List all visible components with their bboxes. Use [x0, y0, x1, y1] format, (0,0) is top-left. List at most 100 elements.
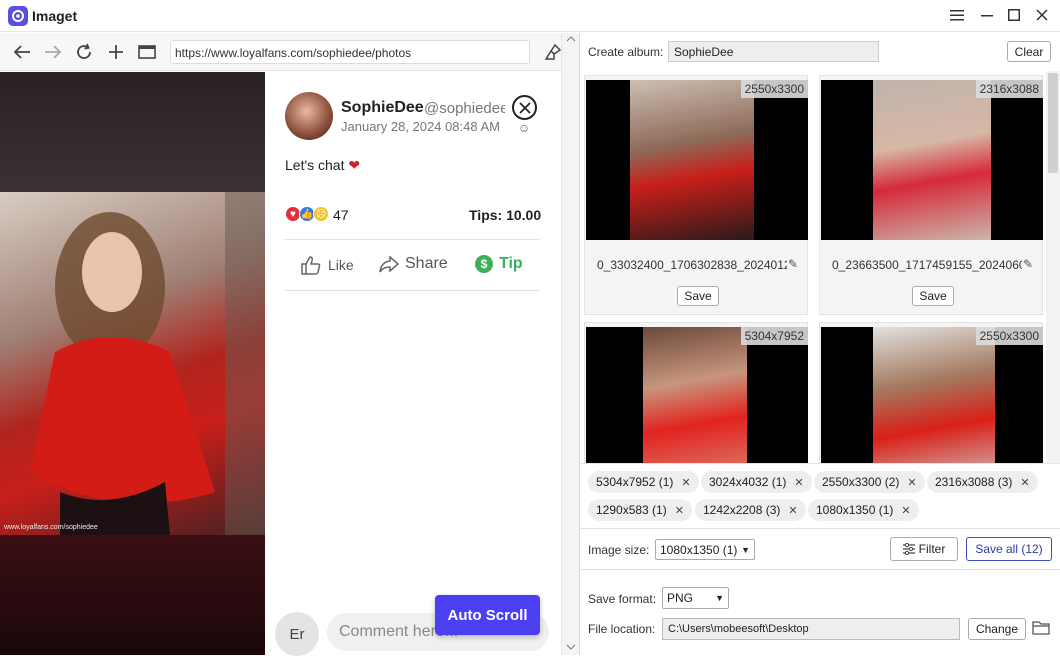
album-input[interactable]: SophieDee: [668, 41, 879, 62]
image-card: 2316x3088 0_23663500_1717459155_20240603…: [819, 75, 1043, 315]
image-thumbnail[interactable]: 2316x3088: [821, 80, 1043, 240]
remove-tag-icon[interactable]: ✕: [681, 476, 690, 489]
reaction-icons[interactable]: ♥ 👍 ☹: [285, 206, 329, 222]
close-post-button[interactable]: [512, 95, 537, 120]
save-format-label: Save format:: [588, 592, 657, 606]
image-dimension: 5304x7952: [740, 327, 808, 345]
folder-icon[interactable]: [1032, 619, 1050, 637]
image-dimension: 2550x3300: [740, 80, 808, 98]
chevron-down-icon: ▼: [741, 544, 750, 555]
remove-tag-icon[interactable]: ✕: [901, 504, 910, 517]
app-title: Imaget: [32, 8, 78, 24]
size-tag-label: 1242x2208 (3): [703, 503, 781, 517]
divider: [285, 290, 540, 291]
like-button[interactable]: Like: [300, 255, 354, 275]
image-size-select[interactable]: 1080x1350 (1) ▼: [655, 539, 755, 560]
photo-bottom-blur: [0, 535, 265, 655]
image-card: 2550x3300: [819, 322, 1043, 463]
image-grid: 2550x3300 0_33032400_1706302838_20240126…: [580, 71, 1046, 463]
image-filename[interactable]: 0_33032400_1706302838_20240126: [597, 258, 787, 272]
close-window-icon[interactable]: [1033, 6, 1051, 24]
save-all-button[interactable]: Save all (12): [966, 537, 1052, 561]
remove-tag-icon[interactable]: ✕: [1020, 476, 1029, 489]
size-tag-label: 5304x7952 (1): [596, 475, 674, 489]
size-tag-label: 2550x3300 (2): [822, 475, 900, 489]
remove-tag-icon[interactable]: ✕: [794, 476, 803, 489]
clear-button[interactable]: Clear: [1007, 41, 1051, 62]
comment-avatar: Er: [275, 612, 319, 656]
title-bar: [0, 0, 1060, 32]
post-text-content: Let's chat: [285, 157, 345, 173]
remove-tag-icon[interactable]: ✕: [675, 504, 684, 517]
save-format-value: PNG: [667, 591, 694, 605]
rename-pencil-icon[interactable]: ✎: [788, 257, 798, 271]
size-tag-label: 1290x583 (1): [596, 503, 667, 517]
browser-scrollbar[interactable]: [561, 33, 579, 655]
divider: [580, 569, 1060, 570]
new-tab-icon[interactable]: [106, 42, 126, 62]
share-icon: [379, 255, 399, 273]
app-logo-icon: [8, 6, 28, 26]
size-tag[interactable]: 1242x2208 (3) ✕: [695, 499, 806, 521]
forward-icon[interactable]: [43, 42, 63, 62]
maximize-icon[interactable]: [1005, 6, 1023, 24]
chevron-down-icon: ▼: [715, 593, 724, 603]
file-location-label: File location:: [588, 622, 656, 636]
image-size-label: Image size:: [588, 543, 650, 557]
post-photo[interactable]: [0, 192, 265, 535]
image-card: 2550x3300 0_33032400_1706302838_20240126…: [584, 75, 808, 315]
image-thumbnail[interactable]: 2550x3300: [586, 80, 808, 240]
reload-icon[interactable]: [74, 42, 94, 62]
filter-label: Filter: [918, 542, 946, 556]
auto-scroll-button[interactable]: Auto Scroll: [435, 595, 540, 635]
tips-amount: Tips: 10.00: [469, 207, 542, 223]
url-bar[interactable]: https://www.loyalfans.com/sophiedee/phot…: [170, 40, 530, 64]
avatar[interactable]: [285, 92, 333, 140]
post-text: Let's chat ❤: [285, 157, 360, 174]
image-size-value: 1080x1350 (1): [660, 542, 738, 557]
heart-emoji-icon: ❤: [348, 157, 361, 173]
size-tag-label: 3024x4032 (1): [709, 475, 787, 489]
grid-scrollbar-thumb[interactable]: [1048, 73, 1058, 173]
poster-name[interactable]: SophieDee: [341, 99, 424, 117]
image-thumbnail[interactable]: 5304x7952: [586, 327, 808, 463]
rename-pencil-icon[interactable]: ✎: [1023, 257, 1033, 271]
size-tag[interactable]: 2550x3300 (2) ✕: [814, 471, 925, 493]
back-icon[interactable]: [12, 42, 32, 62]
share-button[interactable]: Share: [379, 255, 448, 273]
size-tag[interactable]: 3024x4032 (1) ✕: [701, 471, 812, 493]
size-tag[interactable]: 1080x1350 (1) ✕: [808, 499, 919, 521]
size-tag-label: 1080x1350 (1): [816, 503, 894, 517]
size-tag[interactable]: 5304x7952 (1) ✕: [588, 471, 699, 493]
sad-reaction-icon: ☹: [313, 206, 329, 222]
album-label: Create album:: [588, 45, 664, 59]
tip-button[interactable]: $ Tip: [475, 255, 523, 273]
clean-brush-icon[interactable]: [543, 42, 563, 62]
change-location-button[interactable]: Change: [968, 618, 1026, 640]
minimize-icon[interactable]: [978, 6, 996, 24]
image-thumbnail[interactable]: 2550x3300: [821, 327, 1043, 463]
filter-button[interactable]: Filter: [890, 537, 958, 561]
file-location-field[interactable]: C:\Users\mobeesoft\Desktop: [662, 618, 960, 640]
tabs-icon[interactable]: [137, 42, 157, 62]
poster-handle[interactable]: @sophiedee: [424, 100, 505, 117]
save-image-button[interactable]: Save: [677, 286, 719, 306]
thumbs-up-icon: [301, 256, 321, 275]
size-tag[interactable]: 2316x3088 (3) ✕: [927, 471, 1038, 493]
remove-tag-icon[interactable]: ✕: [788, 504, 797, 517]
size-tag-label: 2316x3088 (3): [935, 475, 1013, 489]
save-image-button[interactable]: Save: [912, 286, 954, 306]
image-card: 5304x7952: [584, 322, 808, 463]
dollar-icon: $: [475, 255, 493, 273]
menu-icon[interactable]: [948, 6, 966, 24]
save-format-select[interactable]: PNG ▼: [662, 587, 729, 609]
reaction-count: 47: [333, 207, 349, 223]
tip-label: Tip: [499, 255, 523, 272]
image-filename[interactable]: 0_23663500_1717459155_20240603: [832, 258, 1022, 272]
filter-sliders-icon: [902, 543, 915, 555]
divider: [285, 239, 540, 240]
size-tag[interactable]: 1290x583 (1) ✕: [588, 499, 692, 521]
photo-top-blur: [0, 72, 265, 192]
emoji-icon[interactable]: ☺: [518, 121, 530, 135]
remove-tag-icon[interactable]: ✕: [907, 476, 916, 489]
